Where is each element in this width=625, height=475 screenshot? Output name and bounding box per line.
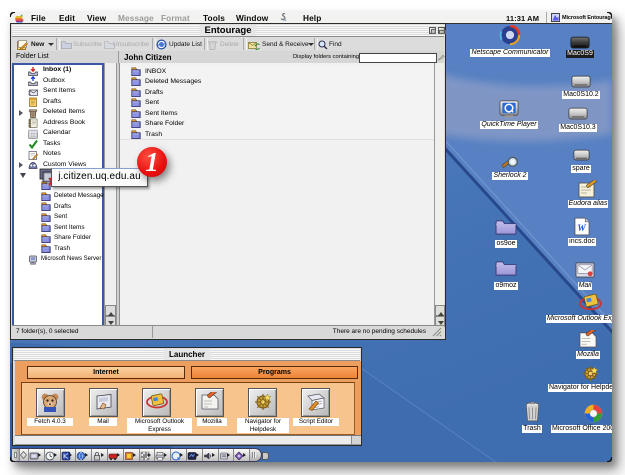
svg-text:W: W xyxy=(577,224,586,234)
